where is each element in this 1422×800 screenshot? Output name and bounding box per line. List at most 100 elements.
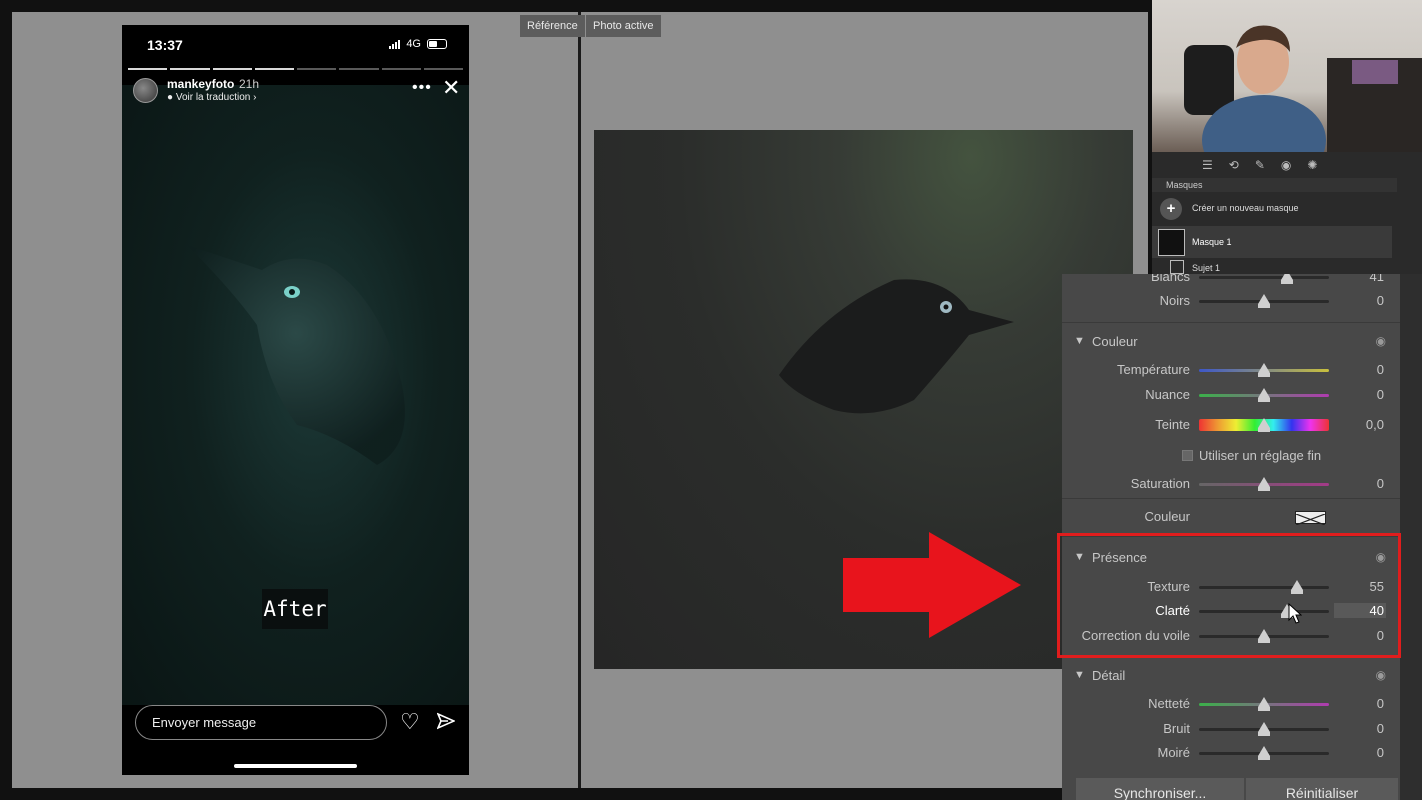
section-couleur[interactable]: ▼ Couleur ◉	[1062, 330, 1400, 354]
presenter-webcam	[1152, 0, 1422, 152]
slider-value[interactable]: 0	[1344, 362, 1384, 377]
create-mask-label[interactable]: Créer un nouveau masque	[1192, 203, 1299, 213]
crop-icon[interactable]: ⟲	[1229, 158, 1239, 172]
color-swatch[interactable]	[1295, 511, 1326, 526]
add-mask-button[interactable]: +	[1160, 198, 1182, 220]
slider-value[interactable]: 0	[1344, 721, 1384, 736]
fine-adjust-checkbox[interactable]: Utiliser un réglage fin	[1182, 448, 1321, 463]
slider-label: Blancs	[1150, 274, 1190, 284]
presenter-figure	[1184, 25, 1422, 152]
red-arrow-icon	[843, 532, 1021, 638]
slider-value[interactable]: 0,0	[1344, 417, 1384, 432]
after-caption: After	[262, 589, 328, 629]
progress-segment	[128, 68, 168, 70]
home-indicator	[234, 764, 357, 768]
divider	[1062, 322, 1400, 323]
slider-value[interactable]: 0	[1344, 476, 1384, 491]
status-time: 13:37	[147, 37, 183, 53]
cursor-icon	[1288, 603, 1302, 624]
translate-label: Voir la traduction	[175, 92, 251, 103]
slider-thumb[interactable]	[1258, 746, 1270, 760]
progress-segment	[339, 68, 379, 70]
cross-icon	[1295, 513, 1326, 526]
subject-item[interactable]: Sujet 1	[1152, 260, 1392, 274]
eye-icon[interactable]: ◉	[1376, 668, 1386, 682]
fine-adjust-label: Utiliser un réglage fin	[1199, 448, 1322, 463]
slider-thumb[interactable]	[1258, 388, 1270, 402]
healing-icon[interactable]: ✎	[1255, 158, 1265, 172]
slider-value[interactable]: 0	[1344, 387, 1384, 402]
slider-row[interactable]: Netteté 0	[1062, 693, 1400, 715]
translate-link[interactable]: ● Voir la traduction ›	[167, 92, 256, 103]
progress-segment	[212, 68, 252, 70]
slider-value[interactable]: 41	[1344, 274, 1384, 284]
slider-thumb[interactable]	[1258, 418, 1270, 432]
slider-track[interactable]	[1199, 276, 1329, 279]
panel-scrollbar[interactable]	[1400, 274, 1422, 800]
mask-item[interactable]: Masque 1	[1152, 226, 1392, 258]
slider-thumb[interactable]	[1258, 294, 1270, 308]
slider-row[interactable]: Bruit 0	[1062, 718, 1400, 740]
slider-thumb[interactable]	[1258, 722, 1270, 736]
color-swatch-row: Couleur	[1062, 506, 1400, 528]
checkbox-box[interactable]	[1182, 450, 1193, 461]
subject-name: Sujet 1	[1192, 263, 1221, 273]
reference-tag: Référence	[520, 15, 585, 37]
view-divider	[578, 12, 581, 788]
avatar[interactable]	[133, 78, 158, 103]
collapse-icon[interactable]: ▼	[1074, 335, 1085, 347]
progress-segment	[381, 68, 421, 70]
progress-segment	[170, 68, 210, 70]
active-photo-tag: Photo active	[586, 15, 661, 37]
heart-icon[interactable]: ♡	[400, 709, 420, 735]
masks-header: Masques	[1152, 178, 1397, 192]
presence-highlight	[1057, 533, 1401, 658]
masking-icon[interactable]: ✺	[1307, 158, 1317, 172]
more-icon[interactable]: •••	[412, 79, 432, 97]
slider-label: Température	[1117, 362, 1190, 377]
slider-thumb[interactable]	[1258, 477, 1270, 491]
slider-label: Moiré	[1157, 745, 1190, 760]
collapse-icon[interactable]: ▼	[1074, 669, 1085, 681]
slider-label: Netteté	[1148, 696, 1190, 711]
slider-value[interactable]: 0	[1344, 745, 1384, 760]
network-label: 4G	[406, 38, 421, 50]
message-input[interactable]: Envoyer message	[135, 705, 387, 740]
divider	[1062, 498, 1400, 499]
story-progress	[128, 68, 463, 70]
slider-row[interactable]: Moiré 0	[1062, 742, 1400, 764]
slider-label: Teinte	[1155, 417, 1190, 432]
story-time: 21h	[239, 77, 260, 91]
slider-row[interactable]: Teinte 0,0	[1062, 414, 1400, 436]
section-detail[interactable]: ▼ Détail ◉	[1062, 664, 1400, 688]
color-label: Couleur	[1144, 509, 1190, 524]
status-indicators: 4G	[389, 38, 447, 50]
story-username[interactable]: mankeyfoto	[167, 77, 234, 91]
slider-row[interactable]: Saturation 0	[1062, 473, 1400, 495]
progress-segment	[254, 68, 294, 70]
progress-segment	[297, 68, 337, 70]
slider-value[interactable]: 0	[1344, 293, 1384, 308]
section-title: Couleur	[1092, 334, 1138, 349]
slider-thumb[interactable]	[1258, 697, 1270, 711]
reset-button[interactable]: Réinitialiser	[1246, 778, 1398, 800]
slider-label: Nuance	[1145, 387, 1190, 402]
eye-icon[interactable]: ◉	[1376, 334, 1386, 348]
masks-title: Masques	[1166, 180, 1203, 190]
redeye-icon[interactable]: ◉	[1281, 158, 1291, 172]
slider-value[interactable]: 0	[1344, 696, 1384, 711]
sliders-icon[interactable]: ☰	[1202, 158, 1213, 172]
slider-row[interactable]: Nuance 0	[1062, 384, 1400, 406]
slider-thumb[interactable]	[1281, 274, 1294, 284]
subject-icon	[1170, 260, 1184, 274]
slider-row[interactable]: Température 0	[1062, 359, 1400, 381]
slider-row[interactable]: Noirs 0	[1062, 290, 1400, 312]
signal-icon	[389, 39, 401, 49]
sync-button[interactable]: Synchroniser...	[1076, 778, 1244, 800]
close-icon[interactable]: ✕	[442, 77, 460, 99]
slider-label: Noirs	[1159, 293, 1190, 308]
phone-status-bar: 13:37 4G	[122, 25, 469, 65]
slider-row[interactable]: Blancs 41	[1062, 274, 1400, 288]
send-icon[interactable]	[437, 712, 455, 730]
slider-thumb[interactable]	[1258, 363, 1270, 377]
